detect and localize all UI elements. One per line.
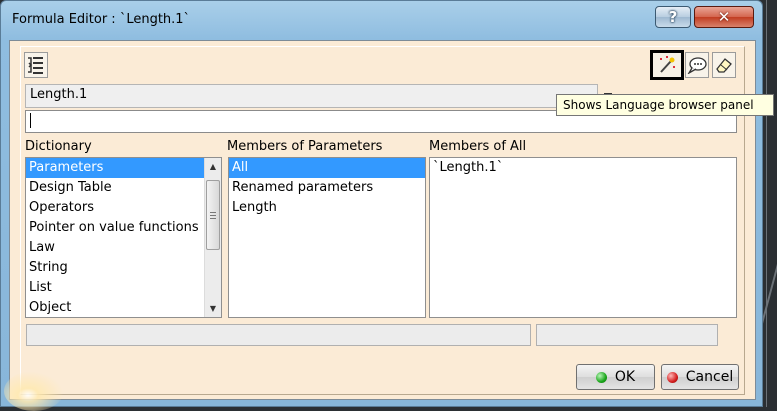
formula-editor-window: Formula Editor : `Length.1` ? ✕ Length.1…: [0, 0, 763, 411]
list-item[interactable]: Law: [26, 238, 221, 258]
speech-bubble-icon[interactable]: [685, 52, 709, 78]
formula-name-field: Length.1: [25, 84, 598, 108]
dictionary-scrollbar[interactable]: ▲ ▼: [204, 158, 221, 317]
value-box: [536, 324, 718, 346]
titlebar[interactable]: Formula Editor : `Length.1` ? ✕: [1, 1, 762, 39]
dictionary-list[interactable]: Parameters Design Table Operators Pointe…: [25, 157, 222, 318]
scroll-thumb[interactable]: [206, 180, 220, 250]
corner-glow-decoration: [4, 371, 64, 411]
dictionary-label: Dictionary: [25, 139, 92, 154]
members-of-all-list[interactable]: `Length.1`: [429, 157, 737, 318]
scroll-down-arrow-icon[interactable]: ▼: [205, 300, 221, 317]
viewport-edge-line: [766, 0, 767, 407]
grip-icon: [210, 211, 216, 219]
list-item[interactable]: Pointer on value functions: [26, 218, 221, 238]
members-of-parameters-list[interactable]: All Renamed parameters Length: [228, 157, 426, 318]
list-item[interactable]: Design Table: [26, 178, 221, 198]
list-item[interactable]: List: [26, 278, 221, 298]
members-of-all-label: Members of All: [429, 139, 527, 154]
window-title: Formula Editor : `Length.1`: [12, 12, 191, 27]
ok-button[interactable]: OK: [576, 364, 655, 390]
list-item[interactable]: All: [229, 158, 425, 178]
list-item[interactable]: Length: [229, 198, 425, 218]
ok-green-dot-icon: [595, 371, 607, 383]
cancel-button[interactable]: Cancel: [661, 364, 739, 390]
scroll-up-arrow-icon[interactable]: ▲: [205, 158, 221, 175]
list-item[interactable]: `Length.1`: [430, 158, 736, 178]
list-item[interactable]: Parameters: [26, 158, 221, 178]
tooltip: Shows Language browser panel: [556, 94, 774, 116]
text-caret: [30, 113, 31, 128]
list-item[interactable]: String: [26, 258, 221, 278]
list-item[interactable]: Object: [26, 298, 221, 317]
ok-label: OK: [614, 369, 636, 385]
eraser-icon[interactable]: [712, 52, 736, 78]
list-item[interactable]: Operators: [26, 198, 221, 218]
description-box: [26, 324, 531, 346]
incremental-list-icon[interactable]: [24, 52, 48, 78]
list-item[interactable]: Renamed parameters: [229, 178, 425, 198]
cancel-label: Cancel: [685, 369, 734, 385]
close-button[interactable]: ✕: [694, 6, 754, 28]
cancel-red-dot-icon: [666, 371, 678, 383]
language-browser-icon[interactable]: [650, 50, 684, 80]
members-of-parameters-label: Members of Parameters: [227, 139, 383, 154]
help-button[interactable]: ?: [655, 6, 691, 28]
